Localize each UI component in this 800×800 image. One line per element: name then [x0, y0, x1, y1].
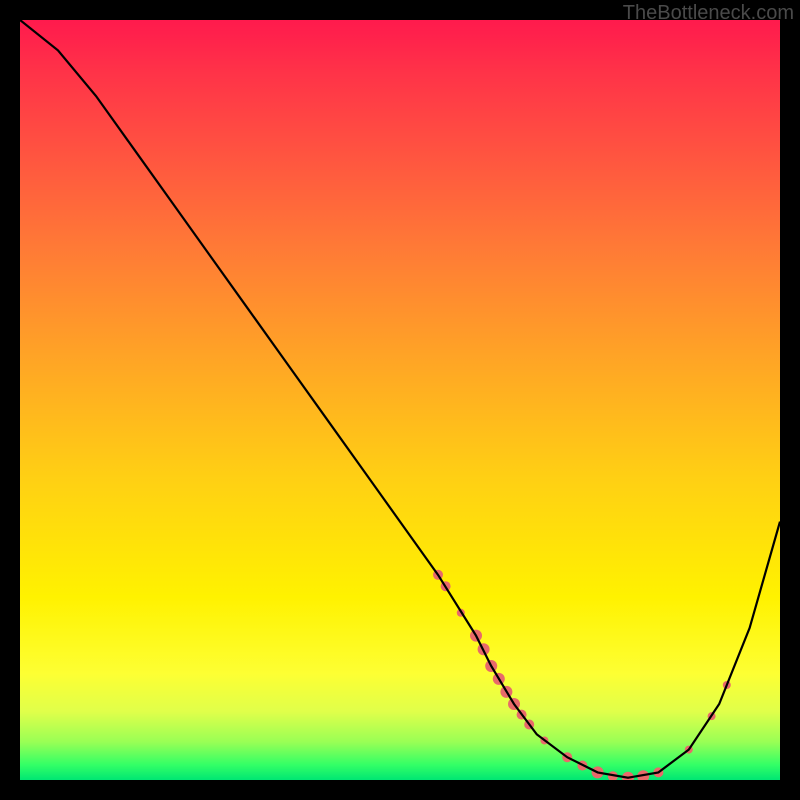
data-markers — [433, 570, 731, 780]
chart-svg — [20, 20, 780, 780]
plot-area — [20, 20, 780, 780]
main-curve — [20, 20, 780, 778]
watermark-text: TheBottleneck.com — [623, 2, 794, 25]
chart-container: TheBottleneck.com — [0, 0, 800, 800]
